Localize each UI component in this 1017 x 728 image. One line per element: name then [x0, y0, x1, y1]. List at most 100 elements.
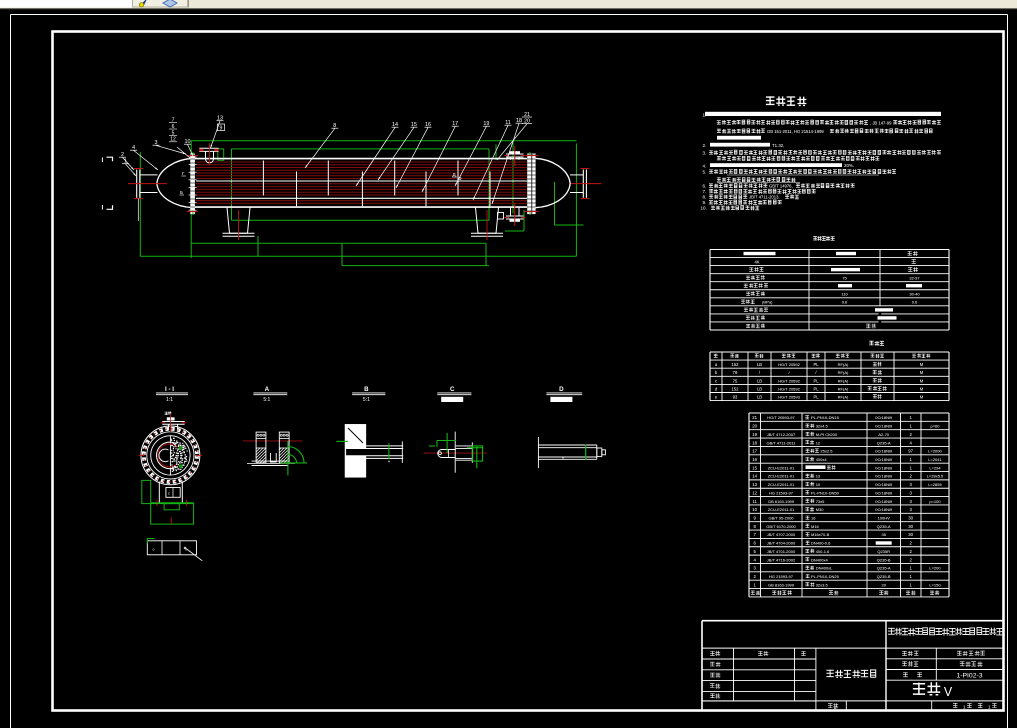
svg-text:75: 75 [733, 378, 738, 383]
svg-text:M: M [920, 362, 924, 367]
svg-text:HG 21593-97: HG 21593-97 [769, 574, 794, 579]
svg-text:0Cr18Ni9: 0Cr18Ni9 [875, 507, 893, 512]
svg-text:13: 13 [752, 482, 757, 487]
svg-text:HG/T 20593-97: HG/T 20593-97 [767, 415, 795, 420]
svg-text:0Cr18Ni9: 0Cr18Ni9 [875, 465, 893, 470]
svg-text:7.: 7. [703, 189, 707, 194]
svg-text:RF(A): RF(A) [838, 378, 849, 383]
svg-text:HG/T 20593: HG/T 20593 [778, 395, 800, 400]
svg-text:0Cr18Ni9: 0Cr18Ni9 [875, 482, 893, 487]
svg-text:73x5: 73x5 [816, 499, 825, 504]
svg-text:PL: PL [813, 386, 819, 391]
svg-text:JB/T 4716-2002: JB/T 4716-2002 [767, 557, 796, 562]
svg-text:10: 10 [752, 507, 757, 512]
svg-text:21: 21 [752, 415, 757, 420]
svg-text:LB: LB [757, 362, 762, 367]
svg-text:110: 110 [841, 292, 848, 297]
svg-text:PL-PN10-DN15: PL-PN10-DN15 [811, 415, 840, 420]
svg-text:4K: 4K [754, 260, 759, 265]
svg-text:GB 8163-1999: GB 8163-1999 [768, 582, 795, 587]
svg-text:M: M [920, 370, 924, 375]
svg-text:GB/T 6170-2000: GB/T 6170-2000 [766, 524, 796, 529]
svg-text:D: D [559, 386, 564, 393]
svg-text:RF(A): RF(A) [838, 362, 849, 367]
svg-text:L=200: L=200 [929, 566, 941, 571]
svg-text:RF(A): RF(A) [838, 386, 849, 391]
svg-text:Q235-B: Q235-B [877, 574, 891, 579]
svg-text:0Cr18Ni9: 0Cr18Ni9 [875, 499, 893, 504]
svg-text:2.: 2. [703, 143, 707, 148]
svg-text:6.: 6. [703, 184, 707, 189]
svg-text:0Cr18Ni9: 0Cr18Ni9 [875, 424, 893, 429]
svg-text:32x4.5: 32x4.5 [816, 424, 829, 429]
svg-text:I - I: I - I [165, 386, 174, 393]
svg-text:GB/T 14976,: GB/T 14976, [769, 184, 793, 189]
svg-text:JB/T 4712-2007: JB/T 4712-2007 [767, 432, 796, 437]
svg-text:(MPa): (MPa) [762, 300, 773, 304]
svg-text:1-PI02-3: 1-PI02-3 [956, 672, 982, 679]
svg-text:97: 97 [908, 449, 913, 454]
svg-text:L=28x5.5: L=28x5.5 [927, 474, 944, 479]
svg-text:p=100: p=100 [929, 499, 941, 504]
svg-text:13: 13 [816, 474, 821, 479]
svg-text:HG/T 20592: HG/T 20592 [778, 362, 800, 367]
svg-text:Б: Б [180, 190, 183, 195]
svg-text:LB: LB [757, 378, 762, 383]
svg-text:PL: PL [813, 378, 819, 383]
svg-text:GB 6163-1999: GB 6163-1999 [768, 499, 795, 504]
svg-text:18: 18 [752, 440, 757, 445]
svg-text:8.: 8. [703, 195, 707, 200]
svg-text:5:1: 5:1 [363, 397, 370, 403]
svg-text:12: 12 [816, 440, 821, 445]
svg-text:4.: 4. [703, 163, 707, 168]
svg-text:PL: PL [813, 362, 819, 367]
svg-text:c: c [168, 492, 170, 496]
svg-text:A2-70: A2-70 [878, 432, 889, 437]
svg-text:PL: PL [813, 395, 819, 400]
svg-text:RF(A): RF(A) [838, 370, 849, 375]
svg-text:0Cr18Ni9: 0Cr18Ni9 [875, 415, 893, 420]
svg-text:5:1: 5:1 [263, 397, 270, 403]
svg-text:I: I [102, 205, 104, 212]
svg-text:20: 20 [881, 582, 886, 587]
svg-text:Q235-B: Q235-B [877, 557, 891, 562]
svg-text:9.: 9. [703, 200, 707, 205]
svg-text:5.: 5. [703, 170, 707, 175]
svg-text:I: I [102, 157, 104, 164]
svg-text:30: 30 [908, 532, 913, 537]
svg-text:JB/T 4707-2000: JB/T 4707-2000 [767, 532, 796, 537]
svg-text:GB/T 95-2000: GB/T 95-2000 [768, 516, 794, 521]
svg-text:GB/T 4711-2011: GB/T 4711-2011 [767, 440, 797, 445]
svg-text:30-40: 30-40 [909, 292, 920, 297]
svg-text:400-1.6: 400-1.6 [816, 549, 830, 554]
svg-text:JB/T 4704-2000: JB/T 4704-2000 [767, 541, 796, 546]
svg-text:152: 152 [732, 362, 740, 367]
svg-text:17: 17 [752, 449, 757, 454]
svg-text:15: 15 [752, 465, 757, 470]
svg-text:L=2855: L=2855 [928, 482, 942, 487]
svg-text:o: o [153, 548, 155, 552]
svg-text:GB 151-2011, HG 21514-1999: GB 151-2011, HG 21514-1999 [767, 129, 824, 134]
svg-text:M-PI Ch200: M-PI Ch200 [816, 432, 838, 437]
svg-text:T1.32,: T1.32, [772, 143, 784, 148]
svg-text:DN400xL: DN400xL [816, 566, 833, 571]
svg-text:0.6: 0.6 [842, 300, 848, 305]
svg-text:30: 30 [908, 516, 913, 521]
svg-text:79: 79 [733, 370, 738, 375]
svg-text:RF(A): RF(A) [838, 395, 849, 400]
svg-text:35: 35 [881, 532, 886, 537]
svg-text:Q235R: Q235R [877, 549, 890, 554]
svg-text:DN400x4: DN400x4 [811, 557, 828, 562]
svg-text:0.6: 0.6 [912, 300, 918, 305]
svg-text:ZCU-E2011-01: ZCU-E2011-01 [768, 507, 795, 512]
svg-text:M16x70-B: M16x70-B [811, 532, 830, 537]
svg-text:0Cr18Ni9: 0Cr18Ni9 [875, 474, 893, 479]
svg-text:100HV: 100HV [878, 516, 891, 521]
svg-text:p=60: p=60 [930, 424, 940, 429]
svg-text:152: 152 [732, 386, 740, 391]
svg-text:HG 21593-97: HG 21593-97 [769, 490, 794, 495]
svg-text:32x3.5: 32x3.5 [816, 582, 829, 587]
svg-text:LB: LB [757, 386, 762, 391]
svg-text:DN400-0.6: DN400-0.6 [811, 541, 831, 546]
svg-text:Q235-A: Q235-A [877, 566, 891, 571]
